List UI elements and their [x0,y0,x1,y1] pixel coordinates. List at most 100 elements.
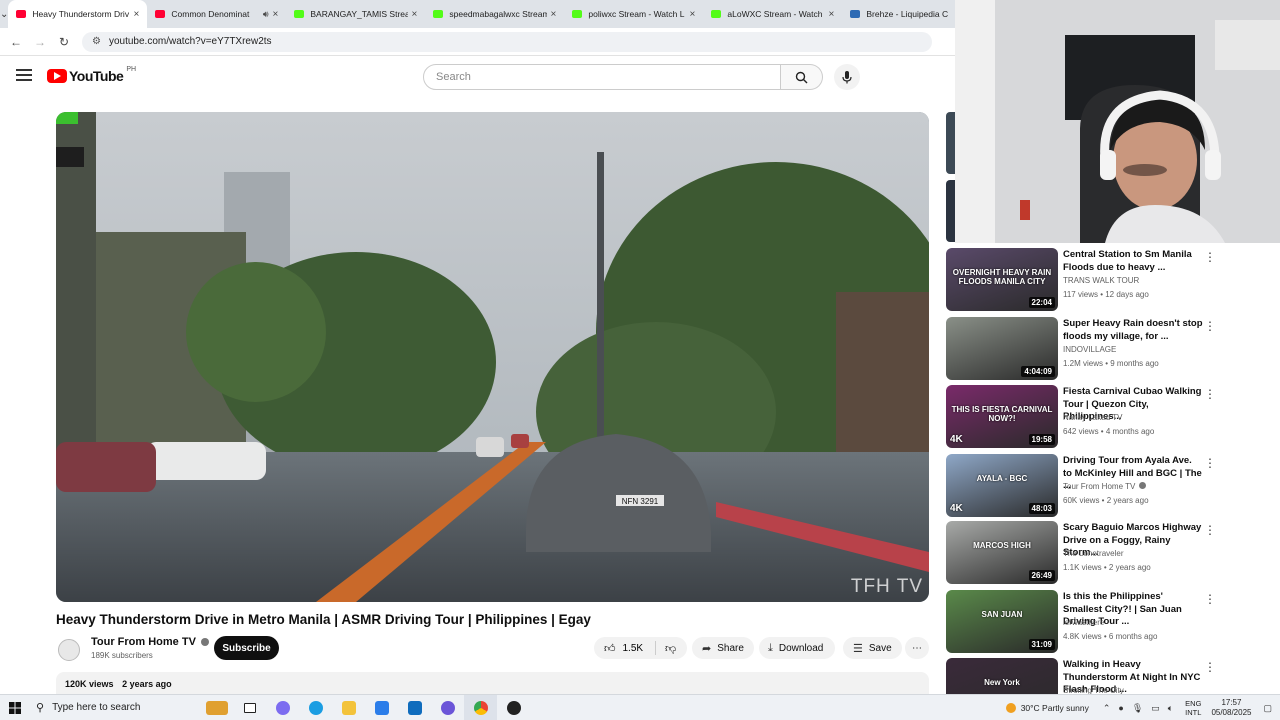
youtube-logo[interactable]: YouTube PH [47,66,136,84]
recommendation-thumbnail[interactable]: 4:04:09 [946,317,1058,380]
recommendation-thumbnail[interactable]: THIS IS FIESTA CARNIVAL NOW?! 4K 19:58 [946,385,1058,448]
weather-widget[interactable]: 30°C Partly sunny [1005,703,1089,713]
save-playlist-icon: ☰ [853,642,863,655]
more-options-icon[interactable]: ⋮ [1204,523,1216,537]
more-options-icon[interactable]: ⋮ [1204,592,1216,606]
tab-close-icon[interactable]: × [273,9,279,20]
obs-icon[interactable] [497,695,530,720]
outlook-icon[interactable] [398,695,431,720]
recommendation-channel[interactable]: Nanay Lakad TV [1063,413,1122,422]
tab-title: poliwxc Stream - Watch L [588,9,685,19]
input-language[interactable]: ENG INTL [1185,699,1201,717]
forward-arrow-icon[interactable]: → [28,35,52,49]
search-button[interactable] [781,64,823,90]
recommendation-thumbnail[interactable]: AYALA - BGC 4K 48:03 [946,454,1058,517]
browser-tab[interactable]: speedmabagalwxc Stream × [425,0,564,28]
volume-icon[interactable]: 🔈︎ [1168,703,1173,714]
recommendation-item[interactable]: MARCOS HIGH 26:49 Scary Baguio Marcos High… [946,521,1280,584]
taskbar-search[interactable]: ⚲ Type here to search [30,695,170,720]
browser-tab[interactable]: BARANGAY_TAMIS Stream × [286,0,425,28]
tab-close-icon[interactable]: × [412,9,418,20]
more-dots-icon: ⋯ [912,642,922,654]
clock[interactable]: 17:57 05/08/2025 [1211,698,1251,718]
share-button[interactable]: ➦ Share [692,637,754,659]
subscribe-button[interactable]: Subscribe [214,636,279,660]
download-button[interactable]: ⤓ Download [759,637,836,659]
recommendation-item[interactable]: SAN JUAN 31:09 Is this the Philippines' Sm… [946,590,1280,653]
recommendation-channel[interactable]: The Lonetraveler [1063,549,1123,558]
discord-like-app-icon[interactable] [431,695,464,720]
download-icon: ⤓ [768,641,773,654]
tab-search-chevron-icon[interactable]: ⌄ [0,0,8,28]
reload-icon[interactable]: ↻ [52,35,76,49]
tab-title: aLoWXC Stream - Watch [727,9,823,19]
tray-chevron-up-icon[interactable]: ⌃ [1103,703,1111,714]
recommendation-item[interactable]: 4:04:09 Super Heavy Rain doesn't stop flo… [946,317,1280,380]
edge-browser-icon[interactable] [299,695,332,720]
recommendation-channel[interactable]: INDOVILLAGE [1063,345,1116,354]
tab-close-icon[interactable]: × [551,9,557,20]
url-field[interactable]: ⚙ youtube.com/watch?v=eY7TXrew2ts [82,31,932,52]
system-tray: 30°C Partly sunny ⌃ ● 🎙︎ ▭ 🔈︎ ENG INTL 1… [1005,695,1280,720]
file-explorer-icon[interactable] [332,695,365,720]
channel-name[interactable]: Tour From Home TV [91,636,209,648]
recommendation-thumbnail[interactable]: OVERNIGHT HEAVY RAIN FLOODS MANILA CITY 2… [946,248,1058,311]
more-options-icon[interactable]: ⋮ [1204,250,1216,264]
recommendation-thumbnail[interactable]: SAN JUAN 31:09 [946,590,1058,653]
recommendation-item[interactable]: THIS IS FIESTA CARNIVAL NOW?! 4K 19:58 Fies… [946,385,1280,448]
channel-avatar[interactable] [58,639,80,661]
thumbs-down-icon: 👎︎ [665,642,677,655]
recommendation-channel[interactable]: lerwasthere [1063,618,1104,627]
recommendation-title: Central Station to Sm Manila Floods due … [1063,249,1192,273]
recommendation-channel-text: TRANS WALK TOUR [1063,276,1140,285]
dislike-button[interactable]: 👎︎ [656,642,676,655]
more-actions-button[interactable]: ⋯ [905,637,929,659]
voice-search-button[interactable] [834,64,860,90]
video-title: Heavy Thunderstorm Drive in Metro Manila… [56,612,591,627]
tray-app-icon[interactable]: ● [1118,703,1123,713]
browser-tab[interactable]: Heavy Thunderstorm Driv × [8,0,148,28]
more-options-icon[interactable]: ⋮ [1204,660,1216,674]
video-player[interactable]: NFN 3291 TFH TV [56,112,929,602]
recommendation-item[interactable]: OVERNIGHT HEAVY RAIN FLOODS MANILA CITY 2… [946,248,1280,311]
recommendation-channel[interactable]: Tour From Home TV [1063,482,1147,491]
browser-tab[interactable]: aLoWXC Stream - Watch × [703,0,842,28]
chrome-icon[interactable] [464,694,497,720]
start-button[interactable] [0,701,30,714]
tab-favicon-icon [711,10,722,18]
more-options-icon[interactable]: ⋮ [1204,456,1216,470]
duration-badge: 48:03 [1028,503,1055,514]
save-button[interactable]: ☰ Save [843,637,902,659]
more-options-icon[interactable]: ⋮ [1204,319,1216,333]
notification-icon[interactable]: ▢ [1263,703,1272,714]
back-arrow-icon[interactable]: ← [4,35,28,49]
recommendation-thumbnail[interactable]: MARCOS HIGH 26:49 [946,521,1058,584]
more-options-icon[interactable]: ⋮ [1204,387,1216,401]
site-info-icon[interactable]: ⚙ [92,36,101,47]
lang-bottom: INTL [1185,708,1202,717]
clock-date: 05/08/2025 [1211,708,1252,717]
search-input[interactable]: Search [423,64,781,90]
tab-close-icon[interactable]: × [134,9,140,20]
recommendation-channel[interactable]: TRANS WALK TOUR [1063,276,1139,285]
tab-close-icon[interactable]: × [690,9,696,20]
menu-hamburger-icon[interactable] [16,69,32,83]
recommendation-meta: 4.8K views • 6 months ago [1063,632,1158,641]
tab-favicon-icon [850,10,861,18]
like-button[interactable]: 👍︎ 1.5K [594,641,656,655]
webcam-image [955,0,1280,243]
microphone-icon[interactable]: 🎙︎ [1132,703,1143,714]
network-icon[interactable]: ▭ [1151,703,1160,714]
copilot-icon[interactable] [266,695,299,720]
tab-audio-icon[interactable]: 🔊︎ [263,9,269,20]
url-text: youtube.com/watch?v=eY7TXrew2ts [108,36,272,47]
task-view-icon[interactable] [233,695,266,720]
recommendation-item[interactable]: AYALA - BGC 4K 48:03 Driving Tour from Ayal… [946,454,1280,517]
books-icon[interactable] [200,695,233,720]
browser-tab[interactable]: poliwxc Stream - Watch L × [564,0,703,28]
browser-tab[interactable]: Common Denominat 🔊︎ × [147,0,286,28]
duration-badge: 31:09 [1028,639,1055,650]
tab-close-icon[interactable]: × [829,9,835,20]
duration-badge: 4:04:09 [1021,366,1055,377]
store-icon[interactable] [365,695,398,720]
